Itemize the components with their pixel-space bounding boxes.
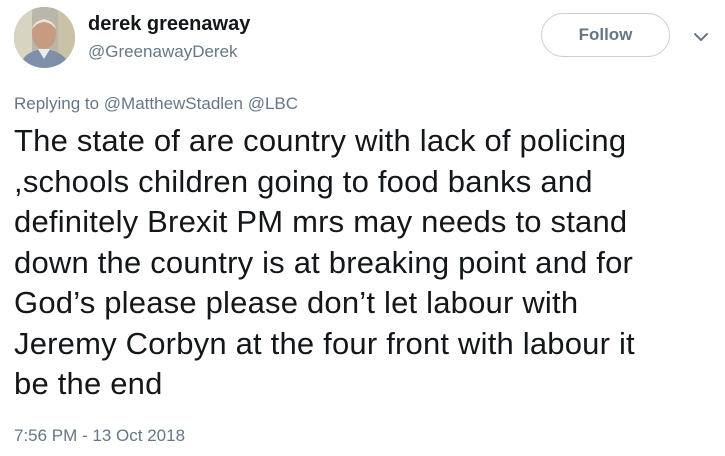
chevron-down-icon[interactable] xyxy=(690,26,712,48)
tweet-text: The state of are country with lack of po… xyxy=(14,121,714,405)
reply-context: Replying to @MatthewStadlen @LBC xyxy=(14,94,298,114)
author-handle[interactable]: @GreenawayDerek xyxy=(88,42,238,62)
tweet-text-line: definitely Brexit PM mrs may needs to st… xyxy=(14,204,628,239)
tweet-text-line: ,schools children going to food banks an… xyxy=(14,163,593,199)
tweet-text-line: down the country is at breaking point an… xyxy=(14,244,634,280)
mention-link[interactable]: @MatthewStadlen xyxy=(104,94,243,113)
reply-prefix: Replying to xyxy=(14,94,100,113)
avatar[interactable] xyxy=(14,7,75,68)
author-name[interactable]: derek greenaway xyxy=(88,13,250,36)
avatar-photo xyxy=(14,7,75,68)
tweet-text-line: Jeremy Corbyn at the four front with lab… xyxy=(14,325,635,361)
tweet-text-line: God’s please please don’t let labour wit… xyxy=(14,285,579,320)
mention-link[interactable]: @LBC xyxy=(248,94,298,113)
follow-button[interactable]: Follow xyxy=(541,13,670,57)
tweet-text-line: The state of are country with lack of po… xyxy=(14,123,627,158)
tweet-text-line: be the end xyxy=(14,366,163,401)
tweet-timestamp[interactable]: 7:56 PM - 13 Oct 2018 xyxy=(14,426,185,446)
tweet-card: derek greenaway @GreenawayDerek Follow R… xyxy=(0,0,725,456)
